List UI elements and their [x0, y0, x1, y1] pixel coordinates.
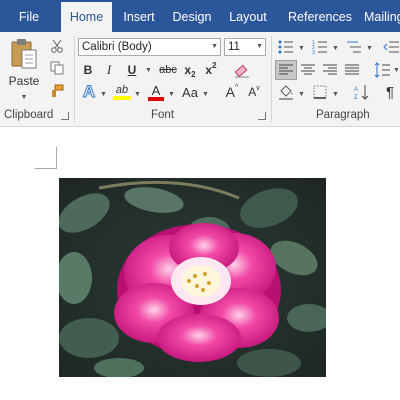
line-spacing-dropdown-icon[interactable]: ▼	[393, 67, 400, 74]
numbering-dropdown-icon[interactable]: ▼	[332, 45, 339, 52]
superscript-label: x	[205, 63, 213, 77]
multilevel-list-icon	[347, 41, 361, 53]
shading-dropdown-icon[interactable]: ▼	[298, 91, 305, 98]
sort-icon: AZ	[354, 85, 369, 100]
align-right-button[interactable]	[320, 60, 340, 80]
font-size-box[interactable]: 11 ▼	[224, 38, 266, 56]
clear-formatting-icon	[234, 64, 249, 78]
shrink-font-label: A	[248, 85, 257, 99]
justify-icon	[345, 64, 359, 75]
ribbon-tab-bar: File Home Insert Design Layout Reference…	[0, 0, 400, 32]
bullet-list-icon	[278, 40, 293, 54]
line-spacing-button[interactable]	[372, 60, 392, 80]
group-divider	[74, 36, 75, 122]
highlight-color-bar	[113, 96, 131, 100]
tab-references[interactable]: References	[280, 0, 360, 32]
tab-design[interactable]: Design	[166, 0, 218, 32]
tab-mailings[interactable]: Mailing	[364, 0, 400, 32]
borders-button[interactable]	[310, 82, 330, 102]
shading-button[interactable]	[276, 82, 296, 102]
tab-layout[interactable]: Layout	[222, 0, 274, 32]
svg-text:Z: Z	[354, 95, 358, 100]
bold-button[interactable]: B	[80, 61, 96, 79]
clear-formatting-button[interactable]	[232, 60, 252, 80]
align-center-button[interactable]	[298, 60, 318, 80]
chevron-down-icon: ▼	[256, 43, 263, 50]
clipboard-group-label: Clipboard	[4, 109, 54, 121]
italic-button[interactable]: I	[101, 61, 117, 79]
grow-font-label: A	[225, 84, 236, 100]
change-case-button[interactable]: Aa	[179, 83, 201, 101]
bullets-button[interactable]	[276, 38, 296, 56]
font-color-dropdown-icon[interactable]: ▼	[168, 91, 175, 98]
font-size-value: 11	[228, 41, 240, 53]
font-group-label: Font	[151, 109, 175, 121]
superscript-mark: 2	[212, 60, 217, 70]
text-effects-dropdown-icon[interactable]: ▼	[100, 91, 107, 98]
numbered-list-icon: 123	[312, 40, 327, 54]
multilevel-dropdown-icon[interactable]: ▼	[366, 45, 373, 52]
paste-dropdown-icon[interactable]: ▼	[21, 94, 28, 101]
align-right-icon	[323, 64, 337, 75]
borders-icon	[313, 85, 327, 99]
inserted-rose-image[interactable]	[59, 178, 326, 377]
page-margin-corner-mark	[35, 147, 57, 169]
subscript-label: x	[184, 63, 192, 77]
font-color-button[interactable]: A	[146, 82, 166, 102]
show-hide-marks-button[interactable]: ¶	[381, 82, 399, 102]
shrink-font-button[interactable]: Av	[245, 83, 263, 101]
caret-up-icon: ^	[235, 83, 239, 91]
scissors-icon	[51, 39, 63, 53]
font-color-bar	[148, 96, 164, 101]
chevron-down-icon: ▼	[211, 43, 218, 50]
decrease-indent-icon	[383, 41, 399, 53]
clipboard-dialog-launcher-icon[interactable]	[61, 112, 69, 120]
highlight-label: ab	[115, 84, 129, 96]
cut-button[interactable]	[48, 37, 66, 55]
justify-button[interactable]	[342, 60, 362, 80]
bullets-dropdown-icon[interactable]: ▼	[298, 45, 305, 52]
svg-text:A: A	[354, 87, 358, 93]
align-left-icon	[279, 64, 293, 75]
strikethrough-button[interactable]: abc	[157, 61, 179, 79]
ribbon-home: Paste ▼ Clipboard Calibri (Body) ▼ 11 ▼ …	[0, 32, 400, 127]
superscript-button[interactable]: x2	[202, 61, 220, 79]
paint-bucket-icon	[279, 85, 293, 100]
copy-icon	[50, 61, 64, 75]
paragraph-group-label: Paragraph	[316, 109, 370, 121]
tab-insert[interactable]: Insert	[116, 0, 162, 32]
underline-dropdown-icon[interactable]: ▼	[145, 67, 152, 74]
borders-dropdown-icon[interactable]: ▼	[332, 91, 339, 98]
grow-font-button[interactable]: A ^	[223, 83, 241, 101]
change-case-dropdown-icon[interactable]: ▼	[202, 91, 209, 98]
group-divider	[271, 36, 272, 122]
font-family-box[interactable]: Calibri (Body) ▼	[78, 38, 221, 56]
numbering-button[interactable]: 123	[310, 38, 330, 56]
paste-icon	[11, 39, 37, 69]
paste-button[interactable]: Paste ▼	[4, 36, 44, 102]
sort-button[interactable]: AZ	[352, 82, 372, 102]
tab-home[interactable]: Home	[61, 2, 112, 32]
subscript-mark: 2	[191, 69, 196, 79]
tab-file[interactable]: File	[6, 0, 52, 32]
line-spacing-icon	[374, 62, 390, 78]
caret-down-icon: v	[256, 84, 260, 92]
multilevel-list-button[interactable]	[344, 38, 364, 56]
text-effects-button[interactable]: A	[80, 82, 98, 102]
format-painter-icon	[52, 84, 64, 97]
underline-button[interactable]: U	[124, 61, 140, 79]
format-painter-button[interactable]	[48, 82, 66, 100]
font-family-value: Calibri (Body)	[82, 41, 152, 53]
subscript-button[interactable]: x2	[181, 61, 199, 79]
font-color-label: A	[151, 82, 161, 98]
align-left-button[interactable]	[275, 60, 297, 80]
align-center-icon	[301, 64, 315, 75]
paste-label: Paste	[8, 74, 40, 88]
text-highlight-button[interactable]: ab	[112, 82, 132, 102]
font-dialog-launcher-icon[interactable]	[258, 112, 266, 120]
svg-text:3: 3	[312, 50, 315, 54]
copy-button[interactable]	[48, 59, 66, 77]
decrease-indent-button[interactable]	[382, 38, 400, 56]
highlight-dropdown-icon[interactable]: ▼	[134, 91, 141, 98]
